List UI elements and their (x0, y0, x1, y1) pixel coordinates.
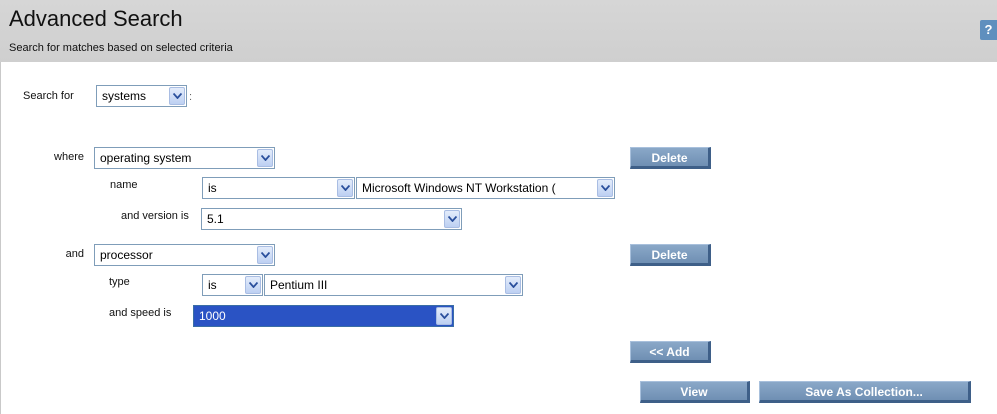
criterion-connector-and: and (65, 248, 84, 260)
chevron-down-icon[interactable] (257, 246, 273, 264)
version-select[interactable]: 5.1 (201, 208, 462, 230)
chevron-down-icon[interactable] (444, 210, 460, 228)
criterion-category-select[interactable]: operating system (94, 147, 275, 169)
page-title: Advanced Search (9, 6, 183, 31)
delete-criterion-button[interactable]: Delete (630, 147, 711, 169)
chevron-down-icon[interactable] (597, 179, 613, 197)
os-name-select[interactable]: Microsoft Windows NT Workstation ( (356, 177, 615, 199)
criterion-connector-where: where (54, 151, 84, 163)
search-for-label: Search for (23, 90, 74, 102)
page-header: Advanced Search Search for matches based… (0, 0, 997, 62)
view-button[interactable]: View (640, 381, 750, 403)
field-label-type: type (109, 276, 130, 288)
page-border (0, 0, 1, 414)
operator-select[interactable]: is (202, 274, 263, 296)
search-for-suffix: : (189, 91, 193, 103)
operator-select[interactable]: is (202, 177, 355, 199)
chevron-down-icon[interactable] (505, 276, 521, 294)
field-label-version: and version is (121, 210, 189, 222)
search-for-select[interactable]: systems (96, 85, 187, 107)
chevron-down-icon[interactable] (245, 276, 261, 294)
chevron-down-icon[interactable] (169, 87, 185, 105)
criterion-category-select[interactable]: processor (94, 244, 275, 266)
add-criterion-button[interactable]: << Add (630, 341, 711, 363)
page-subtitle: Search for matches based on selected cri… (9, 42, 233, 54)
help-icon[interactable]: ? (980, 20, 997, 40)
field-label-name: name (110, 179, 138, 191)
speed-select[interactable]: 1000 (193, 305, 454, 327)
field-label-speed: and speed is (109, 307, 172, 319)
processor-type-select[interactable]: Pentium III (264, 274, 523, 296)
save-as-collection-button[interactable]: Save As Collection... (759, 381, 971, 403)
delete-criterion-button[interactable]: Delete (630, 244, 711, 266)
chevron-down-icon[interactable] (337, 179, 353, 197)
chevron-down-icon[interactable] (436, 307, 452, 325)
chevron-down-icon[interactable] (257, 149, 273, 167)
